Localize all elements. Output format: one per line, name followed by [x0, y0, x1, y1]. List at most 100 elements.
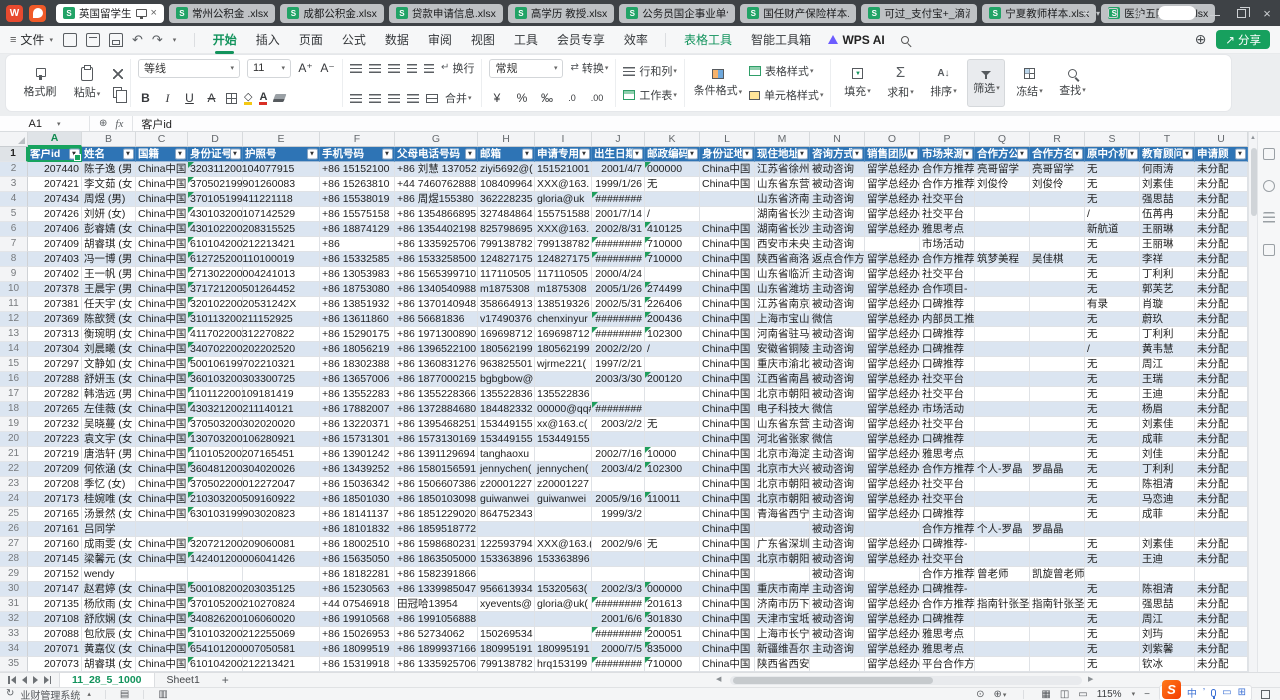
cell-A13[interactable]: 207313: [28, 327, 82, 342]
cell-S3[interactable]: 无: [1085, 177, 1140, 192]
underline-button[interactable]: U: [182, 91, 197, 105]
cell-K15[interactable]: [645, 357, 700, 372]
cell-C26[interactable]: [136, 522, 188, 537]
column-header-F[interactable]: F: [320, 132, 395, 147]
cell-K20[interactable]: [645, 432, 700, 447]
cell-M10[interactable]: 山东省潍坊: [755, 282, 810, 297]
cell-F33[interactable]: +86 15026953: [320, 627, 395, 642]
cell-O24[interactable]: 留学总经办: [865, 492, 920, 507]
cell-K10[interactable]: 274499: [645, 282, 700, 297]
tab-list-chevron-icon[interactable]: ▾: [1096, 9, 1100, 18]
row-header-4[interactable]: 4: [0, 192, 28, 207]
cell-B16[interactable]: 舒妍玉 (女: [82, 372, 136, 387]
cell-N29[interactable]: 被动咨询: [810, 567, 865, 582]
column-header-H[interactable]: H: [478, 132, 535, 147]
filter-dropdown-icon[interactable]: ▼: [579, 149, 590, 160]
cell-J26[interactable]: [592, 522, 645, 537]
cell-N22[interactable]: 被动咨询: [810, 462, 865, 477]
column-header-L[interactable]: L: [700, 132, 755, 147]
cell-S20[interactable]: 无: [1085, 432, 1140, 447]
menu-tab-效率[interactable]: 效率: [614, 26, 657, 54]
eraser-icon[interactable]: [273, 94, 287, 102]
cell-I7[interactable]: 799138782: [535, 237, 592, 252]
cell-G31[interactable]: 田冠哈13954: [395, 597, 478, 612]
cell-O34[interactable]: 留学总经办: [865, 642, 920, 657]
wrap-text-button[interactable]: ↵ 换行: [441, 60, 474, 76]
cell-P32[interactable]: 口碑推荐: [920, 612, 975, 627]
cell-N3[interactable]: 被动咨询: [810, 177, 865, 192]
cell-M32[interactable]: 天津市宝坻: [755, 612, 810, 627]
cell-K17[interactable]: [645, 387, 700, 402]
cell-M5[interactable]: 湖南省长沙: [755, 207, 810, 222]
cell-U4[interactable]: 未分配: [1195, 192, 1248, 207]
cell-R6[interactable]: [1030, 222, 1085, 237]
cell-O27[interactable]: 留学总经办: [865, 537, 920, 552]
cell-M34[interactable]: 新疆维吾尔: [755, 642, 810, 657]
cell-D22[interactable]: 360481200304020026: [188, 462, 243, 477]
cell-G7[interactable]: +86 1335925706: [395, 237, 478, 252]
zoom-chevron-icon[interactable]: ▾: [1132, 690, 1136, 698]
column-header-Q[interactable]: Q: [975, 132, 1030, 147]
table-style-button[interactable]: 表格样式▾: [749, 63, 824, 79]
column-header-T[interactable]: T: [1140, 132, 1195, 147]
menu-tab-工具[interactable]: 工具: [504, 26, 547, 54]
cell-R29[interactable]: 凯旋曾老师: [1030, 567, 1085, 582]
cell-B22[interactable]: 何依涵 (女: [82, 462, 136, 477]
merge-cells-button[interactable]: 合并▾: [445, 90, 472, 106]
filter-button[interactable]: 筛选▾: [967, 59, 1005, 107]
cell-T31[interactable]: 强思喆: [1140, 597, 1195, 612]
cell-A14[interactable]: 207304: [28, 342, 82, 357]
cell-T15[interactable]: 周江: [1140, 357, 1195, 372]
cell-N25[interactable]: 主动咨询: [810, 507, 865, 522]
cell-P10[interactable]: 合作项目-: [920, 282, 975, 297]
cell-A17[interactable]: 207282: [28, 387, 82, 402]
row-header-32[interactable]: 32: [0, 612, 28, 627]
redo-icon[interactable]: ↷: [152, 33, 163, 47]
cell-U6[interactable]: 未分配: [1195, 222, 1248, 237]
cell-J6[interactable]: 2002/8/31: [592, 222, 645, 237]
filter-header-N[interactable]: 咨询方式▼: [810, 147, 865, 162]
cell-M26[interactable]: [755, 522, 810, 537]
cell-Q12[interactable]: [975, 312, 1030, 327]
cell-H5[interactable]: 327484864: [478, 207, 535, 222]
cell-I10[interactable]: m1875308: [535, 282, 592, 297]
cell-T19[interactable]: 刘素佳: [1140, 417, 1195, 432]
cell-T18[interactable]: 杨眉: [1140, 402, 1195, 417]
cell-A10[interactable]: 207378: [28, 282, 82, 297]
cell-F27[interactable]: +86 18002510: [320, 537, 395, 552]
cell-Q5[interactable]: [975, 207, 1030, 222]
filter-dropdown-icon[interactable]: ▼: [797, 149, 808, 160]
cell-K24[interactable]: 110011: [645, 492, 700, 507]
row-header-34[interactable]: 34: [0, 642, 28, 657]
cell-H34[interactable]: 180995191: [478, 642, 535, 657]
align-left-icon[interactable]: [350, 94, 362, 103]
cell-U21[interactable]: 未分配: [1195, 447, 1248, 462]
search-icon[interactable]: [901, 36, 909, 44]
cell-I14[interactable]: 180562199: [535, 342, 592, 357]
cell-B21[interactable]: 唐浩轩 (男: [82, 447, 136, 462]
cell-B15[interactable]: 文静如 (女: [82, 357, 136, 372]
column-header-D[interactable]: D: [188, 132, 243, 147]
filter-header-I[interactable]: 申请专用▼: [535, 147, 592, 162]
cell-J31[interactable]: ########: [592, 597, 645, 612]
cell-A6[interactable]: 207406: [28, 222, 82, 237]
cell-S28[interactable]: 无: [1085, 552, 1140, 567]
cell-B13[interactable]: 衡琬明 (女: [82, 327, 136, 342]
cell-M14[interactable]: 安徽省铜陵: [755, 342, 810, 357]
cell-R31[interactable]: 指南针张圣: [1030, 597, 1085, 612]
cell-A5[interactable]: 207426: [28, 207, 82, 222]
cell-I8[interactable]: 124827175: [535, 252, 592, 267]
cell-Q34[interactable]: [975, 642, 1030, 657]
cell-Q3[interactable]: 刘俊伶: [975, 177, 1030, 192]
scroll-left-icon[interactable]: ◀: [716, 675, 721, 683]
cell-A28[interactable]: 207145: [28, 552, 82, 567]
cell-E29[interactable]: [243, 567, 320, 582]
cell-T11[interactable]: 肖璇: [1140, 297, 1195, 312]
sort-button[interactable]: A↓ 排序▾: [924, 59, 962, 107]
cell-J16[interactable]: 2003/3/30: [592, 372, 645, 387]
cell-T34[interactable]: 刘紫馨: [1140, 642, 1195, 657]
undo-icon[interactable]: ↶: [132, 33, 143, 47]
cell-H22[interactable]: jennychen(: [478, 462, 535, 477]
cell-B30[interactable]: 赵君婷 (女: [82, 582, 136, 597]
decrease-decimal-icon[interactable]: .00: [589, 93, 604, 103]
